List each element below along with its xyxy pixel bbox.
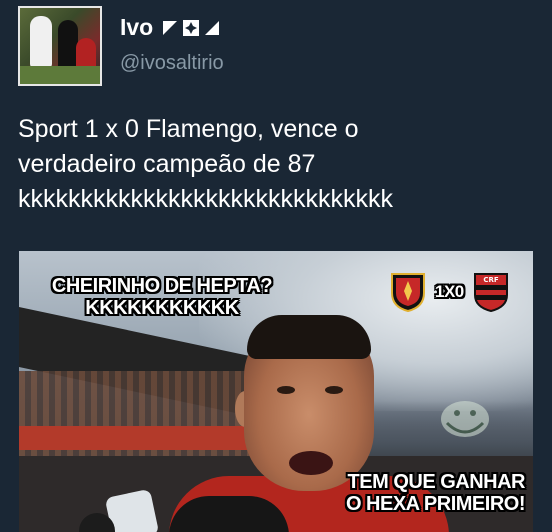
flag-corner-icon [161, 19, 179, 37]
cross-icon [182, 19, 200, 37]
tweet-text-line: Sport 1 x 0 Flamengo, vence o [18, 115, 359, 143]
avatar-player-black [58, 20, 78, 70]
avatar-pitch [20, 66, 100, 84]
stadium-banner [19, 426, 249, 450]
avatar[interactable] [18, 6, 102, 86]
player-eye [325, 386, 343, 394]
display-name[interactable]: Ivo [120, 14, 153, 41]
meme-bottom-line: TEM QUE GANHAR [347, 471, 526, 493]
tweet-media-image[interactable]: CHEIRINHO DE HEPTA? KKKKKKKKKKK 1X0 CRF … [19, 251, 533, 532]
meme-bottom-caption: TEM QUE GANHAR O HEXA PRIMEIRO! [345, 471, 526, 516]
player-mouth [289, 451, 333, 475]
meme-bottom-line: O HEXA PRIMEIRO! [345, 493, 526, 516]
score-text: 1X0 [435, 282, 464, 302]
tweet-text-line: verdadeiro campeão de 87 [18, 150, 316, 178]
meme-top-caption: CHEIRINHO DE HEPTA? KKKKKKKKKKK [43, 275, 281, 320]
user-handle[interactable]: @ivosaltirio [120, 52, 224, 75]
meme-top-line: KKKKKKKKKKK [85, 297, 239, 320]
tweet-text: Sport 1 x 0 Flamengo, vence o verdadeiro… [18, 112, 538, 217]
meme-top-line: CHEIRINHO DE HEPTA? [51, 275, 273, 297]
flamengo-crest-icon: CRF [473, 273, 508, 313]
sport-crest-icon [391, 273, 425, 313]
player-hair [247, 315, 371, 359]
svg-text:CRF: CRF [483, 276, 499, 284]
player-eye [277, 386, 295, 394]
badge-group [161, 19, 221, 37]
troll-face-icon [441, 401, 489, 437]
flag-triangle-icon [203, 19, 221, 37]
display-name-row[interactable]: Ivo [120, 14, 221, 41]
tweet-text-line: kkkkkkkkkkkkkkkkkkkkkkkkkkkkkk [18, 185, 393, 213]
scoreline: 1X0 CRF [389, 271, 510, 313]
avatar-player-white [30, 16, 52, 68]
